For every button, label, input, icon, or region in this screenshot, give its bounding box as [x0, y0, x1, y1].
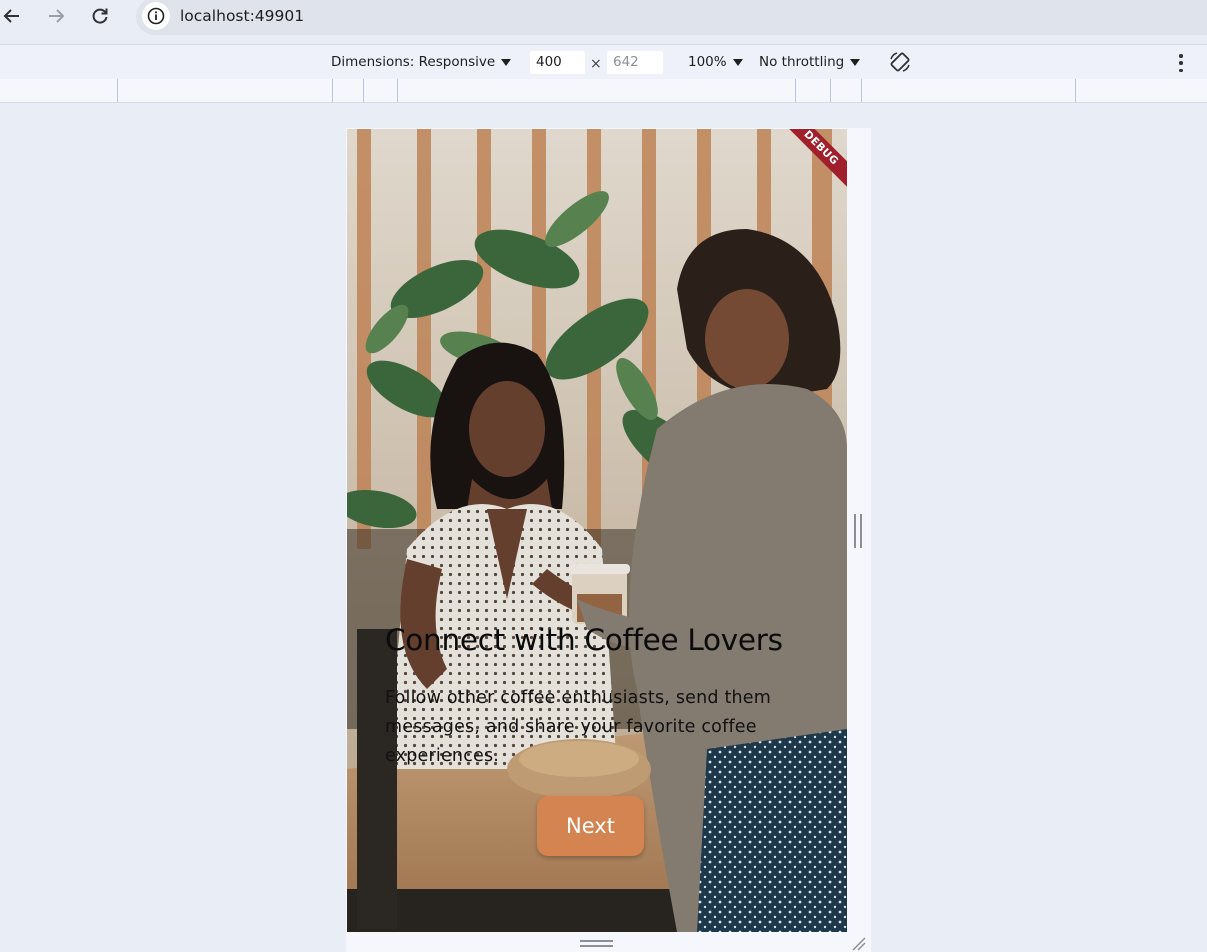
- throttling-label: No throttling: [759, 54, 845, 70]
- reload-icon: [92, 8, 108, 24]
- resize-handle-bottom[interactable]: [580, 940, 613, 947]
- device-toolbar: Dimensions: Responsive 400 × 642 100% No…: [0, 44, 1207, 79]
- rotate-icon: [890, 52, 910, 72]
- throttling-dropdown[interactable]: No throttling: [759, 54, 861, 70]
- chevron-down-icon: [501, 58, 512, 66]
- back-button[interactable]: [0, 2, 26, 30]
- resize-corner-icon[interactable]: [850, 935, 866, 951]
- width-input[interactable]: 400: [530, 51, 585, 74]
- arrow-left-icon: [3, 9, 19, 23]
- next-button[interactable]: Next: [537, 796, 644, 856]
- dimension-separator: ×: [590, 56, 602, 72]
- rotate-button[interactable]: [888, 50, 912, 78]
- media-query-bar[interactable]: [0, 79, 1207, 103]
- chevron-down-icon: [850, 58, 861, 66]
- dimensions-dropdown[interactable]: Dimensions: Responsive: [331, 54, 512, 70]
- kebab-menu-icon[interactable]: [1176, 54, 1186, 72]
- arrow-right-icon: [49, 9, 65, 23]
- zoom-label: 100%: [688, 54, 727, 70]
- onboarding-description: Follow other coffee enthusiasts, send th…: [385, 688, 772, 766]
- forward-button[interactable]: [42, 2, 70, 30]
- dimensions-label: Dimensions: Responsive: [331, 54, 496, 70]
- onboarding-title: Connect with Coffee Lovers: [385, 623, 783, 657]
- url-text[interactable]: localhost:49901: [180, 7, 304, 25]
- info-icon: [147, 7, 165, 25]
- app-viewport: DEBUG Connect with Coffee Lovers Follow …: [347, 129, 847, 932]
- address-bar[interactable]: localhost:49901: [136, 0, 1207, 35]
- chevron-down-icon: [732, 58, 743, 66]
- height-input[interactable]: 642: [607, 51, 663, 74]
- zoom-dropdown[interactable]: 100%: [688, 54, 743, 70]
- site-info-button[interactable]: [142, 2, 170, 30]
- browser-toolbar: localhost:49901: [0, 0, 1207, 44]
- resize-handle-right[interactable]: [854, 514, 862, 548]
- reload-button[interactable]: [86, 2, 114, 30]
